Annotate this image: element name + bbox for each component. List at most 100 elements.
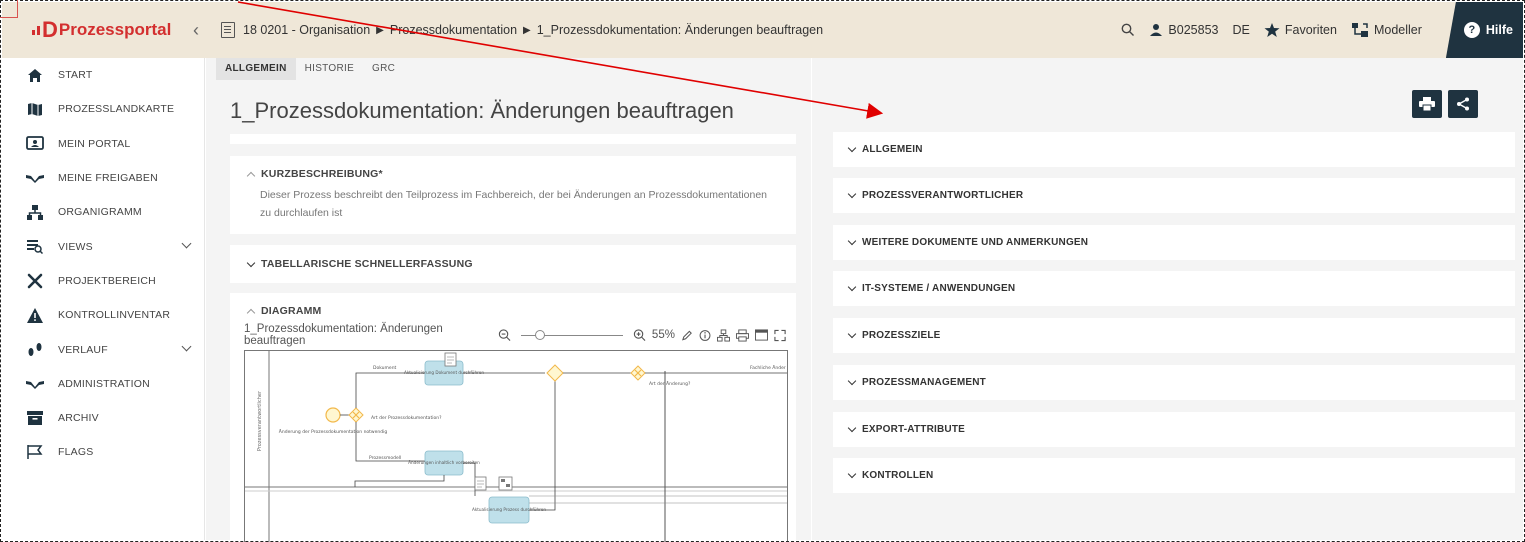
- warning-icon: [26, 306, 44, 324]
- section-prozessmanagement[interactable]: PROZESSMANAGEMENT: [833, 365, 1515, 400]
- bpmn-diagram[interactable]: Prozessverantwortlicher Änderung der Pro…: [244, 350, 788, 542]
- tab-grc[interactable]: GRC: [363, 58, 404, 80]
- section-export-attribute[interactable]: EXPORT-ATTRIBUTE: [833, 412, 1515, 447]
- flag-icon: [26, 443, 44, 461]
- sidebar-item-views[interactable]: VIEWS: [2, 229, 204, 263]
- sidebar-item-administration[interactable]: ADMINISTRATION: [2, 367, 204, 401]
- start-event[interactable]: [325, 407, 341, 423]
- task-label: Aktualisierung Prozess durchführen: [472, 507, 546, 512]
- diagramm-header[interactable]: DIAGRAMM: [240, 305, 786, 317]
- section-label: EXPORT-ATTRIBUTE: [862, 424, 966, 435]
- sidebar-item-flags[interactable]: FLAGS: [2, 435, 204, 469]
- footsteps-icon: [26, 341, 44, 359]
- main-content: ALLGEMEIN HISTORIE GRC 1_Prozessdokument…: [206, 58, 811, 542]
- section-weitere-dokumente[interactable]: WEITERE DOKUMENTE UND ANMERKUNGEN: [833, 225, 1515, 260]
- language-selector[interactable]: DE: [1232, 23, 1249, 37]
- sidebar-item-label: PROJEKTBEREICH: [58, 274, 156, 287]
- sidebar-item-meine-freigaben[interactable]: MEINE FREIGABEN: [2, 161, 204, 195]
- task-label: Aktualisierung Dokument durchführen: [404, 370, 484, 375]
- gateway-exclusive[interactable]: [348, 407, 364, 423]
- info-icon[interactable]: [699, 329, 711, 342]
- brand[interactable]: D Prozessportal ‹: [2, 2, 205, 58]
- window-icon[interactable]: [754, 329, 768, 341]
- sidebar-item-start[interactable]: START: [2, 58, 204, 92]
- zoom-slider[interactable]: [521, 329, 623, 340]
- print-button[interactable]: [1412, 90, 1442, 118]
- section-label: KONTROLLEN: [862, 470, 934, 481]
- breadcrumb-item[interactable]: 18 0201 - Organisation: [243, 23, 370, 37]
- share-icon: [1457, 97, 1469, 111]
- sidebar-item-label: ORGANIGRAMM: [58, 206, 142, 219]
- help-button[interactable]: ? Hilfe: [1445, 2, 1523, 58]
- tab-bar: ALLGEMEIN HISTORIE GRC: [216, 58, 404, 80]
- section-label: PROZESSZIELE: [862, 330, 941, 341]
- search-button[interactable]: [1121, 23, 1135, 37]
- section-prozessziele[interactable]: PROZESSZIELE: [833, 318, 1515, 353]
- sidebar-item-label: FLAGS: [58, 446, 94, 459]
- section-allgemein[interactable]: ALLGEMEIN: [833, 132, 1515, 167]
- collapse-sidebar-icon[interactable]: ‹: [193, 20, 199, 41]
- expand-icon[interactable]: [774, 329, 786, 342]
- zoom-in-icon[interactable]: [633, 328, 646, 342]
- kurzbeschreibung-header[interactable]: KURZBESCHREIBUNG*: [246, 168, 780, 180]
- tools-icon: [26, 272, 44, 290]
- start-event-label: Änderung der Prozessdokumentation notwen…: [279, 428, 388, 435]
- sidebar-item-kontrollinventar[interactable]: KONTROLLINVENTAR: [2, 298, 204, 332]
- gateway-label: Art der Prozessdokumentation?: [371, 415, 442, 421]
- tab-historie[interactable]: HISTORIE: [296, 58, 363, 80]
- chevron-down-icon: [847, 282, 857, 292]
- tabellarisch-header[interactable]: TABELLARISCHE SCHNELLERFASSUNG: [246, 258, 780, 270]
- user-id: B025853: [1168, 23, 1219, 37]
- zoom-out-icon[interactable]: [498, 328, 511, 342]
- modeller-button[interactable]: Modeller: [1351, 22, 1422, 38]
- lane-label: Prozessverantwortlicher: [257, 390, 263, 451]
- handshake-icon: [26, 169, 44, 187]
- sidebar-item-label: VIEWS: [58, 240, 93, 253]
- tab-allgemein[interactable]: ALLGEMEIN: [216, 58, 296, 80]
- sidebar-item-projektbereich[interactable]: PROJEKTBEREICH: [2, 264, 204, 298]
- section-it-systeme[interactable]: IT-SYSTEME / ANWENDUNGEN: [833, 271, 1515, 306]
- hierarchy-icon[interactable]: [717, 328, 731, 342]
- zoom-slider-handle[interactable]: [535, 329, 546, 340]
- breadcrumb-separator: ▶: [523, 24, 531, 36]
- handshake-icon: [26, 375, 44, 393]
- logo-bars-icon: [32, 25, 40, 35]
- share-button[interactable]: [1448, 90, 1478, 118]
- edit-icon[interactable]: [681, 329, 693, 342]
- brand-name: Prozessportal: [58, 20, 172, 39]
- gateway-parallel[interactable]: [546, 364, 564, 382]
- print-icon[interactable]: [736, 328, 749, 342]
- chevron-down-icon: [847, 143, 857, 153]
- breadcrumb-item[interactable]: Prozessdokumentation: [390, 23, 517, 37]
- favorites-button[interactable]: Favoriten: [1264, 22, 1337, 38]
- user-menu[interactable]: B025853: [1149, 23, 1218, 37]
- favorites-label: Favoriten: [1284, 23, 1337, 37]
- chevron-down-icon: [847, 329, 857, 339]
- diagramm-title: DIAGRAMM: [261, 305, 322, 317]
- chevron-down-icon[interactable]: [181, 341, 192, 352]
- chevron-down-icon: [847, 469, 857, 479]
- corner-marker: [0, 0, 18, 18]
- chevron-up-icon: [246, 171, 256, 180]
- chevron-down-icon[interactable]: [181, 239, 192, 249]
- kurzbeschreibung-text: Dieser Prozess beschreibt den Teilprozes…: [260, 189, 768, 219]
- sidebar-item-label: MEINE FREIGABEN: [58, 172, 158, 185]
- section-kontrollen[interactable]: KONTROLLEN: [833, 458, 1515, 493]
- chevron-down-icon: [246, 258, 256, 267]
- sidebar-item-organigramm[interactable]: ORGANIGRAMM: [2, 195, 204, 229]
- gateway-exclusive[interactable]: [630, 365, 646, 381]
- sidebar-item-archiv[interactable]: ARCHIV: [2, 401, 204, 435]
- section-label: IT-SYSTEME / ANWENDUNGEN: [862, 283, 1016, 294]
- kurzbeschreibung-card: KURZBESCHREIBUNG* Dieser Prozess beschre…: [230, 156, 796, 234]
- tabellarisch-card[interactable]: TABELLARISCHE SCHNELLERFASSUNG: [230, 245, 796, 283]
- breadcrumb-separator: ▶: [376, 24, 384, 36]
- section-prozessverantwortlicher[interactable]: PROZESSVERANTWORTLICHER: [833, 178, 1515, 213]
- sidebar-item-verlauf[interactable]: VERLAUF: [2, 332, 204, 366]
- zoom-level: 55%: [651, 329, 675, 341]
- breadcrumb-item[interactable]: 1_Prozessdokumentation: Änderungen beauf…: [537, 23, 823, 37]
- views-icon: [26, 238, 44, 256]
- sidebar-item-mein-portal[interactable]: MEIN PORTAL: [2, 127, 204, 161]
- sidebar-item-prozesslandkarte[interactable]: PROZESSLANDKARTE: [2, 92, 204, 126]
- section-label: ALLGEMEIN: [862, 144, 923, 155]
- chevron-down-icon: [847, 376, 857, 386]
